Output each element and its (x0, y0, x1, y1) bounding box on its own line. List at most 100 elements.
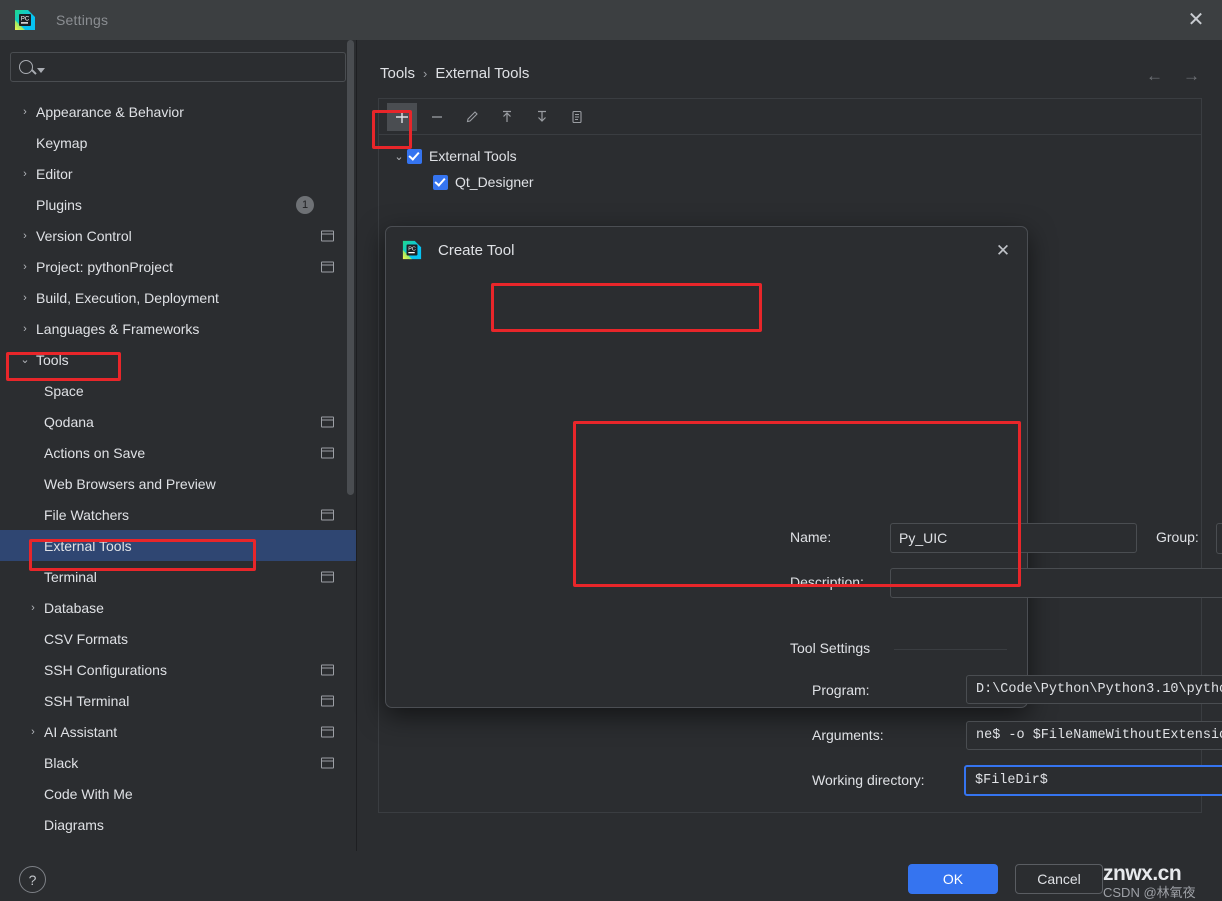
sidebar-item-code-with-me[interactable]: Code With Me (0, 778, 356, 809)
breadcrumb: Tools › External Tools (380, 65, 529, 82)
sidebar-item-label: File Watchers (44, 506, 130, 523)
sidebar-item-csv-formats[interactable]: CSV Formats (0, 623, 356, 654)
chevron-right-icon[interactable]: › (26, 726, 40, 738)
description-label: Description: (790, 574, 864, 590)
plus-icon (396, 110, 408, 123)
settings-sidebar: › Appearance & Behavior Keymap › Editor Plugi… (0, 40, 357, 851)
group-select[interactable]: External Tools (1216, 523, 1222, 554)
description-input[interactable] (890, 568, 1222, 598)
sidebar-item-editor[interactable]: › Editor (0, 158, 356, 189)
window-titlebar: PC Settings ✕ (0, 0, 1222, 40)
sidebar-item-label: Build, Execution, Deployment (36, 289, 219, 306)
sidebar-item-label: Project: pythonProject (36, 258, 173, 275)
arguments-input[interactable]: ne$ -o $FileNameWithoutExtension$.py (966, 721, 1222, 750)
external-tools-toolbar (379, 99, 1201, 135)
search-box[interactable] (10, 52, 346, 82)
chevron-right-icon[interactable]: › (18, 106, 32, 118)
program-value: D:\Code\Python\Python3.10\python.exe (976, 682, 1222, 697)
search-dropdown-icon[interactable] (37, 67, 45, 73)
sidebar-item-plugins[interactable]: Plugins 1 (0, 189, 356, 220)
sidebar-item-ssh-terminal[interactable]: SSH Terminal (0, 685, 356, 716)
checkbox[interactable] (433, 174, 448, 190)
project-scope-icon (321, 230, 334, 241)
pencil-icon (466, 110, 478, 122)
sidebar-item-label: Keymap (36, 134, 88, 151)
tool-tree-row[interactable]: ⌄ External Tools (391, 143, 1201, 169)
move-up-button[interactable] (492, 103, 522, 131)
tool-tree-row[interactable]: Qt_Designer (391, 169, 1201, 195)
sidebar-item-actions-on-save[interactable]: Actions on Save (0, 437, 356, 468)
breadcrumb-current: External Tools (435, 65, 530, 82)
sidebar-item-version-control[interactable]: › Version Control (0, 220, 356, 251)
sidebar-item-label: CSV Formats (44, 630, 129, 647)
sidebar-item-file-watchers[interactable]: File Watchers (0, 499, 356, 530)
sidebar-item-tools[interactable]: ⌄ Tools (0, 344, 356, 375)
chevron-down-icon[interactable]: ⌄ (391, 150, 407, 163)
sidebar-item-ssh-configurations[interactable]: SSH Configurations (0, 654, 356, 685)
footer-cancel-button[interactable]: Cancel (1015, 864, 1103, 894)
sidebar-item-external-tools[interactable]: External Tools (0, 530, 356, 561)
project-scope-icon (321, 695, 334, 706)
sidebar-item-languages-frameworks[interactable]: › Languages & Frameworks (0, 313, 356, 344)
chevron-right-icon[interactable]: › (26, 602, 40, 614)
create-tool-header: PC Create Tool ✕ (386, 227, 1027, 273)
minus-icon (432, 115, 442, 118)
plugins-update-badge: 1 (296, 195, 314, 214)
project-scope-icon (321, 726, 334, 737)
svg-text:PC: PC (408, 246, 416, 252)
sidebar-scrollbar[interactable] (347, 40, 354, 495)
back-arrow-icon[interactable]: ← (1146, 66, 1163, 86)
sidebar-item-label: AI Assistant (44, 723, 118, 740)
watermark: znwx.cn CSDN @林氧夜 (1103, 862, 1222, 900)
name-value: Py_UIC (899, 530, 948, 546)
sidebar-item-black[interactable]: Black (0, 747, 356, 778)
chevron-right-icon[interactable]: › (18, 323, 32, 335)
pycharm-logo-icon: PC (402, 240, 422, 260)
sidebar-item-label: Editor (36, 165, 73, 182)
sidebar-item-database[interactable]: › Database (0, 592, 356, 623)
arguments-value: ne$ -o $FileNameWithoutExtension$.py (976, 728, 1222, 743)
sidebar-item-label: Languages & Frameworks (36, 320, 200, 337)
sidebar-item-project-pythonproject[interactable]: › Project: pythonProject (0, 251, 356, 282)
sidebar-item-appearance-behavior[interactable]: › Appearance & Behavior (0, 96, 356, 127)
pycharm-logo-icon: PC (14, 9, 36, 31)
footer-help-icon[interactable]: ? (19, 866, 46, 893)
program-input[interactable]: D:\Code\Python\Python3.10\python.exe (966, 675, 1222, 704)
close-icon[interactable]: ✕ (1178, 4, 1214, 36)
copy-button[interactable] (562, 103, 592, 131)
footer-ok-button[interactable]: OK (908, 864, 998, 894)
sidebar-item-ai-assistant[interactable]: › AI Assistant (0, 716, 356, 747)
edit-button[interactable] (457, 103, 487, 131)
project-scope-icon (321, 416, 334, 427)
sidebar-item-space[interactable]: Space (0, 375, 356, 406)
chevron-right-icon[interactable]: › (18, 230, 32, 242)
arguments-label: Arguments: (812, 727, 884, 743)
project-scope-icon (321, 571, 334, 582)
add-button[interactable] (387, 102, 417, 131)
remove-button[interactable] (422, 103, 452, 131)
name-input[interactable]: Py_UIC (890, 523, 1137, 553)
sidebar-item-terminal[interactable]: Terminal (0, 561, 356, 592)
sidebar-item-build-execution-deployment[interactable]: › Build, Execution, Deployment (0, 282, 356, 313)
checkbox[interactable] (407, 148, 422, 164)
breadcrumb-parent[interactable]: Tools (380, 65, 415, 82)
sidebar-item-label: External Tools (44, 537, 132, 554)
move-down-button[interactable] (527, 103, 557, 131)
external-tools-tree: ⌄ External Tools Qt_Designer (379, 135, 1201, 195)
sidebar-item-keymap[interactable]: Keymap (0, 127, 356, 158)
search-input[interactable] (51, 59, 337, 75)
forward-arrow-icon[interactable]: → (1183, 66, 1200, 86)
sidebar-item-diagrams[interactable]: Diagrams (0, 809, 356, 840)
group-value: External Tools (1217, 531, 1222, 547)
working-directory-input[interactable]: $FileDir$ (964, 765, 1222, 796)
sidebar-item-label: Diagrams (44, 816, 104, 833)
sidebar-item-label: Code With Me (44, 785, 133, 802)
chevron-right-icon[interactable]: › (18, 292, 32, 304)
chevron-right-icon[interactable]: › (18, 261, 32, 273)
chevron-down-icon[interactable]: ⌄ (18, 353, 32, 366)
sidebar-item-qodana[interactable]: Qodana (0, 406, 356, 437)
dialog-close-icon[interactable]: ✕ (991, 239, 1015, 263)
project-scope-icon (321, 261, 334, 272)
chevron-right-icon[interactable]: › (18, 168, 32, 180)
sidebar-item-web-browsers-and-preview[interactable]: Web Browsers and Preview (0, 468, 356, 499)
